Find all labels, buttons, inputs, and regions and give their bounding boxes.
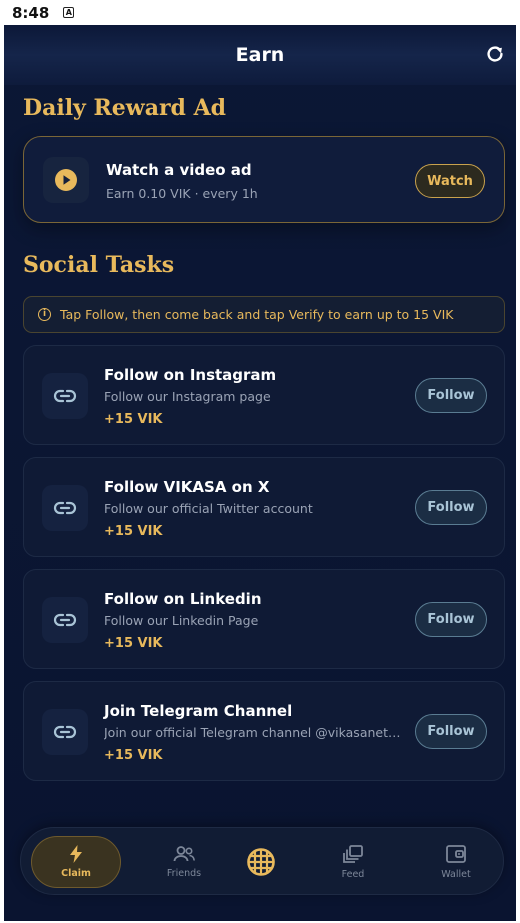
header: Earn: [4, 25, 516, 85]
link-icon: [53, 613, 77, 627]
daily-reward-title: Daily Reward Ad: [23, 95, 227, 121]
status-notification-icon: A: [63, 7, 75, 18]
status-time: 8:48: [12, 3, 50, 22]
task-reward: +15 VIK: [104, 636, 163, 651]
task-card-instagram: Follow on Instagram Follow our Instagram…: [23, 345, 505, 445]
watch-button[interactable]: Watch: [415, 164, 485, 198]
info-banner: i Tap Follow, then come back and tap Ver…: [23, 296, 505, 333]
bottom-nav: Claim Friends Feed Wallet: [20, 827, 504, 895]
feed-icon: [343, 844, 363, 863]
task-card-linkedin: Follow on Linkedin Follow our Linkedin P…: [23, 569, 505, 669]
task-icon-box: [42, 373, 88, 419]
task-reward: +15 VIK: [104, 524, 163, 539]
nav-item-wallet[interactable]: Wallet: [431, 828, 481, 896]
task-description: Follow our Instagram page: [104, 389, 271, 404]
task-icon-box: [42, 709, 88, 755]
task-title: Join Telegram Channel: [104, 702, 293, 720]
task-description: Join our official Telegram channel @vika…: [104, 725, 404, 740]
refresh-icon[interactable]: [484, 43, 506, 65]
task-icon-box: [42, 597, 88, 643]
follow-button[interactable]: Follow: [415, 490, 487, 525]
play-icon: [55, 169, 77, 191]
nav-label: Claim: [61, 868, 91, 879]
wallet-icon: [446, 844, 466, 863]
task-title: Follow on Instagram: [104, 366, 277, 384]
task-title: Follow VIKASA on X: [104, 478, 270, 496]
page-title: Earn: [235, 44, 285, 66]
follow-button[interactable]: Follow: [415, 602, 487, 637]
task-reward: +15 VIK: [104, 748, 163, 763]
link-icon: [53, 501, 77, 515]
status-bar: 8:48 A: [0, 0, 520, 25]
ad-subtitle: Earn 0.10 VIK · every 1h: [106, 186, 258, 201]
nav-label: Feed: [341, 868, 365, 880]
task-icon-box: [42, 485, 88, 531]
nav-item-friends[interactable]: Friends: [159, 828, 209, 896]
link-icon: [53, 389, 77, 403]
link-icon: [53, 725, 77, 739]
ad-title: Watch a video ad: [106, 161, 252, 179]
task-description: Follow our Linkedin Page: [104, 613, 259, 628]
grid-globe-icon[interactable]: [246, 847, 276, 877]
app-screen: Earn Daily Reward Ad Watch a video ad Ea…: [4, 25, 516, 921]
task-title: Follow on Linkedin: [104, 590, 262, 608]
task-reward: +15 VIK: [104, 412, 163, 427]
info-text: Tap Follow, then come back and tap Verif…: [60, 307, 454, 322]
nav-item-feed[interactable]: Feed: [328, 828, 378, 896]
nav-item-claim[interactable]: Claim: [31, 836, 121, 888]
friends-icon: [173, 845, 195, 861]
task-card-telegram: Join Telegram Channel Join our official …: [23, 681, 505, 781]
watch-ad-card: Watch a video ad Earn 0.10 VIK · every 1…: [23, 136, 505, 223]
task-card-x: Follow VIKASA on X Follow our official T…: [23, 457, 505, 557]
nav-label: Wallet: [441, 868, 471, 880]
follow-button[interactable]: Follow: [415, 714, 487, 749]
lightning-icon: [70, 845, 82, 863]
info-icon: i: [38, 308, 51, 321]
nav-label: Friends: [166, 867, 202, 879]
social-tasks-title: Social Tasks: [23, 252, 175, 278]
ad-icon-box: [43, 157, 89, 203]
follow-button[interactable]: Follow: [415, 378, 487, 413]
task-description: Follow our official Twitter account: [104, 501, 313, 516]
